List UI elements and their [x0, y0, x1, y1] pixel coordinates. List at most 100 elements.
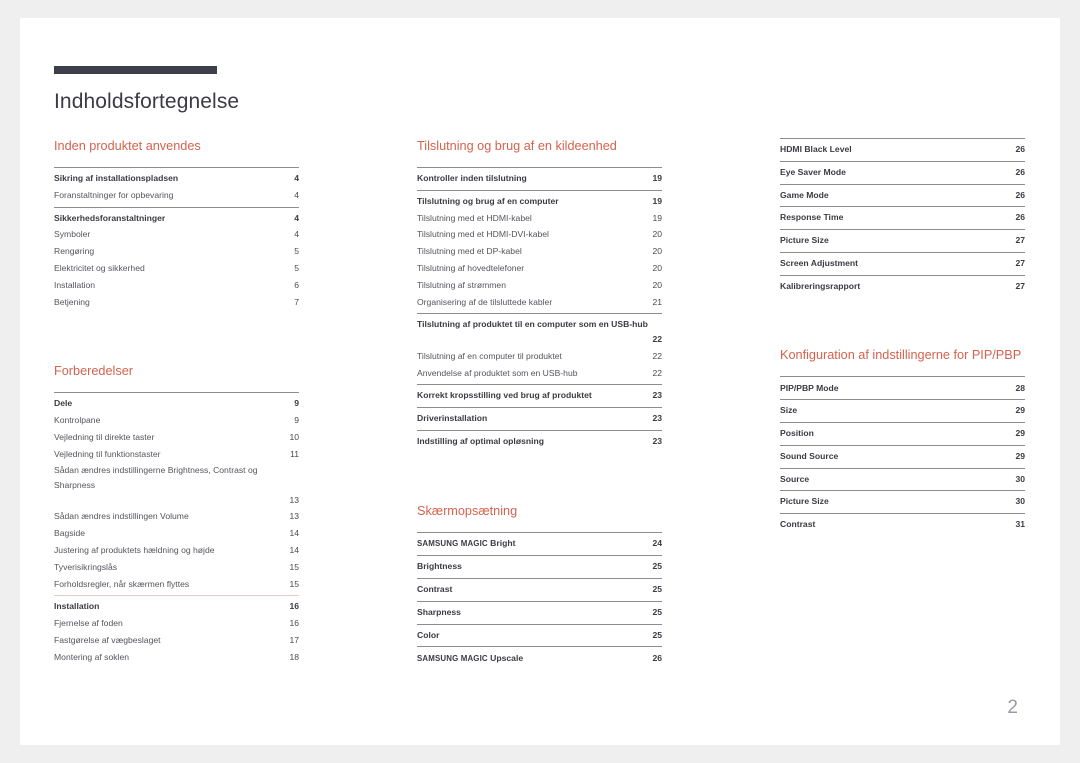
- toc-group: Color 25: [417, 623, 662, 647]
- toc-entry-label: Sharpness: [417, 606, 461, 617]
- toc-entry-page: 9: [294, 398, 299, 409]
- toc-entry[interactable]: Contrast 25: [417, 581, 662, 598]
- toc-group: Dele 9 Kontrolpane 9 Vejledning til direkte …: [54, 392, 299, 595]
- toc-entry[interactable]: Betjening 7: [54, 293, 299, 310]
- toc-entry[interactable]: Elektricitet og sikkerhed 5: [54, 260, 299, 277]
- toc-entry-page: 30: [1015, 496, 1025, 507]
- toc-entry-page: 22: [652, 350, 662, 361]
- toc-group: Sound Source 29: [780, 444, 1025, 468]
- toc-group: Kontroller inden tilslutning 19: [417, 167, 662, 190]
- toc-entry[interactable]: Tyverisikringslås 15: [54, 559, 299, 576]
- toc-group: Source 30: [780, 467, 1025, 491]
- toc-entry[interactable]: Installation 16: [54, 598, 299, 615]
- toc-entry[interactable]: Symboler 4: [54, 226, 299, 243]
- toc-entry-label: Tyverisikringslås: [54, 561, 118, 572]
- toc-group: Indstilling af optimal opløsning 23: [417, 429, 662, 453]
- toc-entry[interactable]: Tilslutning af strømmen 20: [417, 277, 662, 294]
- toc-entry[interactable]: Kontrolpane 9: [54, 412, 299, 429]
- toc-entry[interactable]: Tilslutning og brug af en computer 19: [417, 193, 662, 210]
- toc-entry[interactable]: Justering af produktets hældning og højd…: [54, 542, 299, 559]
- toc-entry[interactable]: Sådan ændres indstillingen Volume 13: [54, 508, 299, 525]
- toc-entry-page: 4: [294, 173, 299, 184]
- toc-entry-page: 14: [289, 528, 299, 539]
- toc-entry-page: 13: [289, 494, 299, 505]
- toc-entry-page: 17: [289, 634, 299, 645]
- section-heading: Tilslutning og brug af en kildeenhed: [417, 139, 617, 153]
- toc-entry[interactable]: Kalibreringsrapport 27: [780, 278, 1025, 295]
- toc-entry[interactable]: Tilslutning med et HDMI-DVI-kabel 20: [417, 226, 662, 243]
- section-heading: Skærmopsætning: [417, 503, 518, 518]
- toc-entry[interactable]: Organisering af de tilsluttede kabler 21: [417, 293, 662, 310]
- toc-entry-label: Kontrolpane: [54, 415, 101, 426]
- toc-entry-page: 23: [652, 390, 662, 401]
- toc-entry[interactable]: Size 29: [780, 402, 1025, 419]
- toc-entry-label: Fastgørelse af vægbeslaget: [54, 634, 161, 645]
- toc-entry[interactable]: Montering af soklen 18: [54, 649, 299, 666]
- toc-entry[interactable]: Sikkerhedsforanstaltninger 4: [54, 210, 299, 227]
- toc-entry[interactable]: Anvendelse af produktet som en USB-hub 22: [417, 364, 662, 381]
- toc-entry[interactable]: Sharpness 25: [417, 604, 662, 621]
- toc-entry[interactable]: Foranstaltninger for opbevaring 4: [54, 187, 299, 204]
- toc-entry[interactable]: Sound Source 29: [780, 448, 1025, 465]
- toc-entry[interactable]: Tilslutning med et DP-kabel 20: [417, 243, 662, 260]
- toc-entry-label: Tilslutning og brug af en computer: [417, 195, 559, 206]
- toc-entry-page: 10: [289, 431, 299, 442]
- toc-entry[interactable]: Tilslutning af hovedtelefoner 20: [417, 260, 662, 277]
- toc-entry-page: 30: [1015, 473, 1025, 484]
- toc-entry-page: 24: [652, 537, 662, 548]
- toc-entry[interactable]: Forholdsregler, når skærmen flyttes 15: [54, 575, 299, 592]
- toc-entry[interactable]: Picture Size 30: [780, 493, 1025, 510]
- toc-group: Sikring af installationspladsen 4 Foransta…: [54, 167, 299, 207]
- toc-entry[interactable]: Indstilling af optimal opløsning 23: [417, 433, 662, 450]
- toc-entry[interactable]: Vejledning til direkte taster 10: [54, 429, 299, 446]
- toc-entry[interactable]: Tilslutning af produktet til en computer…: [417, 316, 662, 347]
- toc-entry-page: 4: [294, 189, 299, 200]
- toc-entry[interactable]: Tilslutning af en computer til produktet…: [417, 348, 662, 365]
- toc-entry-label: Installation: [54, 601, 100, 612]
- toc-columns: Inden produktet anvendes Sikring af insta…: [54, 138, 1034, 670]
- toc-entry[interactable]: Driverinstallation 23: [417, 410, 662, 427]
- toc-entry[interactable]: Kontroller inden tilslutning 19: [417, 170, 662, 187]
- toc-group: Size 29: [780, 399, 1025, 422]
- toc-entry-page: 26: [1015, 212, 1025, 223]
- toc-entry[interactable]: SAMSUNG MAGIC Bright 24: [417, 535, 662, 553]
- toc-entry[interactable]: Brightness 25: [417, 558, 662, 575]
- toc-group: SAMSUNG MAGIC Upscale 26: [417, 646, 662, 670]
- toc-entry[interactable]: HDMI Black Level 26: [780, 141, 1025, 158]
- toc-entry[interactable]: Rengøring 5: [54, 243, 299, 260]
- toc-entry[interactable]: Color 25: [417, 627, 662, 644]
- toc-column: Inden produktet anvendes Sikring af insta…: [54, 138, 299, 670]
- toc-entry-label: Vejledning til funktionstaster: [54, 448, 161, 459]
- brand-smallcaps: SAMSUNG MAGIC: [417, 653, 488, 663]
- toc-entry[interactable]: Eye Saver Mode 26: [780, 164, 1025, 181]
- toc-entry[interactable]: Fjernelse af foden 16: [54, 615, 299, 632]
- toc-group: Tilslutning af produktet til en computer…: [417, 313, 662, 384]
- toc-entry[interactable]: Tilslutning med et HDMI-kabel 19: [417, 210, 662, 227]
- toc-entry[interactable]: Korrekt kropsstilling ved brug af produk…: [417, 387, 662, 404]
- toc-entry[interactable]: Dele 9: [54, 395, 299, 412]
- toc-entry[interactable]: Game Mode 26: [780, 187, 1025, 204]
- toc-entry[interactable]: Position 29: [780, 425, 1025, 442]
- toc-entry-label: Fjernelse af foden: [54, 618, 123, 629]
- toc-entry[interactable]: Sikring af installationspladsen 4: [54, 170, 299, 187]
- toc-entry[interactable]: Source 30: [780, 471, 1025, 488]
- toc-entry[interactable]: Bagside 14: [54, 525, 299, 542]
- toc-entry-page: 19: [652, 195, 662, 206]
- toc-entry-label-rest: Upscale: [487, 652, 524, 663]
- toc-entry[interactable]: Screen Adjustment 27: [780, 255, 1025, 272]
- toc-entry[interactable]: Vejledning til funktionstaster 11: [54, 446, 299, 463]
- toc-entry[interactable]: Contrast 31: [780, 516, 1025, 533]
- toc-group: Picture Size 27: [780, 229, 1025, 252]
- toc-entry[interactable]: Sådan ændres indstillingerne Brightness,…: [54, 462, 299, 508]
- toc-entry[interactable]: PIP/PBP Mode 28: [780, 379, 1025, 396]
- toc-column: HDMI Black Level 26 Eye Saver Mode 26 Game M…: [780, 138, 1025, 670]
- toc-entry[interactable]: Installation 6: [54, 277, 299, 294]
- toc-entry[interactable]: Fastgørelse af vægbeslaget 17: [54, 632, 299, 649]
- toc-group: Sharpness 25: [417, 600, 662, 624]
- toc-entry-page: 13: [289, 511, 299, 522]
- toc-entry-label: Picture Size: [780, 496, 829, 507]
- toc-entry[interactable]: SAMSUNG MAGIC Upscale 26: [417, 649, 662, 667]
- toc-entry-label: Eye Saver Mode: [780, 166, 846, 177]
- toc-entry[interactable]: Picture Size 27: [780, 232, 1025, 249]
- toc-entry[interactable]: Response Time 26: [780, 209, 1025, 226]
